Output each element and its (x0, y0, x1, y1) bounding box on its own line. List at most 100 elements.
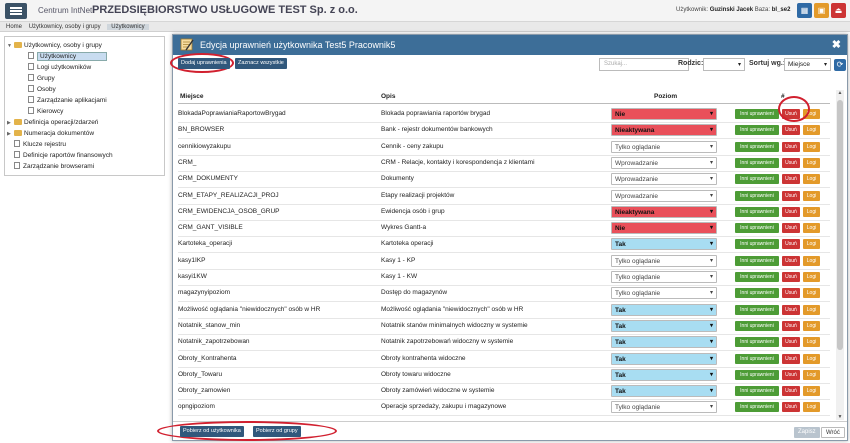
table-scrollbar[interactable]: ▲ ▼ (836, 90, 844, 420)
scroll-thumb[interactable] (837, 100, 843, 350)
other-permitted-button[interactable]: Inni uprawnieni (735, 353, 779, 364)
level-select[interactable]: Tak ▾ (611, 385, 717, 398)
breadcrumb-section[interactable]: Użytkownicy, osoby i grupy (29, 24, 101, 30)
other-permitted-button[interactable]: Inni uprawnieni (735, 337, 779, 348)
other-permitted-button[interactable]: Inni uprawnieni (735, 386, 779, 397)
delete-button[interactable]: Usuń (782, 337, 800, 348)
logs-button[interactable]: Logi (803, 402, 820, 413)
level-select[interactable]: Tak ▾ (611, 238, 717, 251)
close-icon[interactable]: ✖ (832, 38, 841, 51)
breadcrumb-home[interactable]: Home (6, 24, 22, 30)
other-permitted-button[interactable]: Inni uprawnieni (735, 239, 779, 250)
level-select[interactable]: Wprowadzanie ▾ (611, 189, 717, 202)
delete-button[interactable]: Usuń (782, 320, 800, 331)
tree-item[interactable]: ▼ Użytkownicy, osoby i grupy (7, 40, 162, 51)
logs-button[interactable]: Logi (803, 353, 820, 364)
level-select[interactable]: Tylko oglądanie ▾ (611, 254, 717, 267)
other-permitted-button[interactable]: Inni uprawnieni (735, 190, 779, 201)
other-permitted-button[interactable]: Inni uprawnieni (735, 369, 779, 380)
refresh-icon[interactable]: ⟳ (834, 59, 846, 71)
logs-button[interactable]: Logi (803, 272, 820, 282)
other-permitted-button[interactable]: Inni uprawnieni (735, 125, 779, 136)
sort-select[interactable]: Miejsce ▾ (784, 58, 831, 71)
hamburger-menu-icon[interactable] (5, 3, 27, 19)
tree-item[interactable]: ▶ Numeracja dokumentów (7, 128, 162, 139)
level-select[interactable]: Wprowadzanie ▾ (611, 156, 717, 169)
tree-item[interactable]: Grupy (7, 73, 162, 84)
logs-button[interactable]: Logi (803, 320, 820, 331)
delete-button[interactable]: Usuń (782, 239, 800, 250)
select-all-button[interactable]: Zaznacz wszystkie (235, 58, 287, 69)
delete-button[interactable]: Usuń (782, 288, 800, 299)
other-permitted-button[interactable]: Inni uprawnieni (735, 255, 779, 266)
logs-button[interactable]: Logi (803, 386, 820, 397)
other-permitted-button[interactable]: Inni uprawnieni (735, 288, 779, 299)
level-select[interactable]: Nie ▾ (611, 108, 717, 120)
logs-button[interactable]: Logi (803, 304, 820, 315)
level-select[interactable]: Tylko oglądanie ▾ (611, 401, 717, 414)
delete-button[interactable]: Usuń (782, 190, 800, 201)
tree-item[interactable]: Logi użytkowników (7, 62, 162, 73)
scroll-up-icon[interactable]: ▲ (836, 90, 844, 96)
level-select[interactable]: Nie ▾ (611, 222, 717, 235)
delete-button[interactable]: Usuń (782, 255, 800, 266)
delete-button[interactable]: Usuń (782, 353, 800, 364)
logs-button[interactable]: Logi (803, 255, 820, 266)
tree-item[interactable]: Osoby (7, 84, 162, 95)
other-permitted-button[interactable]: Inni uprawnieni (735, 402, 779, 413)
level-select[interactable]: Nieaktywana ▾ (611, 124, 717, 137)
delete-button[interactable]: Usuń (782, 206, 800, 217)
other-permitted-button[interactable]: Inni uprawnieni (735, 223, 779, 234)
logs-button[interactable]: Logi (803, 337, 820, 348)
delete-button[interactable]: Usuń (782, 174, 800, 185)
grid-icon[interactable]: ▦ (797, 3, 812, 18)
level-select[interactable]: Tylko oglądanie ▾ (611, 140, 717, 153)
logs-button[interactable]: Logi (803, 141, 820, 152)
scroll-down-icon[interactable]: ▼ (836, 414, 844, 420)
logs-button[interactable]: Logi (803, 174, 820, 185)
delete-button[interactable]: Usuń (782, 272, 800, 282)
delete-button[interactable]: Usuń (782, 304, 800, 315)
delete-button[interactable]: Usuń (782, 386, 800, 397)
other-permitted-button[interactable]: Inni uprawnieni (735, 272, 779, 282)
tree-item[interactable]: Zarządzanie browserami (7, 161, 162, 172)
level-select[interactable]: Tylko oglądanie ▾ (611, 271, 717, 283)
delete-button[interactable]: Usuń (782, 402, 800, 413)
tree-item[interactable]: Użytkownicy (7, 51, 162, 62)
tree-item[interactable]: ▶ Definicja operacji/zdarzeń (7, 117, 162, 128)
fetch-from-group-button[interactable]: Pobierz od grupy (253, 426, 301, 437)
fetch-from-user-button[interactable]: Pobierz od użytkownika (180, 426, 244, 437)
logs-button[interactable]: Logi (803, 206, 820, 217)
level-select[interactable]: Wprowadzanie ▾ (611, 173, 717, 186)
type-select[interactable]: ▾ (703, 58, 745, 71)
other-permitted-button[interactable]: Inni uprawnieni (735, 141, 779, 152)
level-select[interactable]: Tak ▾ (611, 352, 717, 365)
logs-button[interactable]: Logi (803, 223, 820, 234)
other-permitted-button[interactable]: Inni uprawnieni (735, 109, 779, 119)
search-input[interactable]: Szukaj... (599, 58, 689, 71)
delete-button[interactable]: Usuń (782, 223, 800, 234)
logs-button[interactable]: Logi (803, 369, 820, 380)
other-permitted-button[interactable]: Inni uprawnieni (735, 174, 779, 185)
back-button[interactable]: Wróć (821, 427, 845, 438)
level-select[interactable]: Tak ▾ (611, 336, 717, 349)
delete-button[interactable]: Usuń (782, 125, 800, 136)
tree-item[interactable]: Definicje raportów finansowych (7, 150, 162, 161)
logout-icon[interactable]: ⏏ (831, 3, 846, 18)
logs-button[interactable]: Logi (803, 288, 820, 299)
logs-button[interactable]: Logi (803, 125, 820, 136)
other-permitted-button[interactable]: Inni uprawnieni (735, 157, 779, 168)
level-select[interactable]: Tak ▾ (611, 319, 717, 332)
delete-button[interactable]: Usuń (782, 141, 800, 152)
tree-item[interactable]: Klucze rejestru (7, 139, 162, 150)
other-permitted-button[interactable]: Inni uprawnieni (735, 320, 779, 331)
delete-button[interactable]: Usuń (782, 157, 800, 168)
level-select[interactable]: Nieaktywana ▾ (611, 205, 717, 218)
level-select[interactable]: Tak ▾ (611, 368, 717, 381)
logs-button[interactable]: Logi (803, 239, 820, 250)
tree-item[interactable]: Kierowcy (7, 106, 162, 117)
save-button[interactable]: Zapisz (794, 427, 820, 438)
tree-item[interactable]: Zarządzanie aplikacjami (7, 95, 162, 106)
add-permissions-button[interactable]: Dodaj uprawnienia (178, 58, 230, 69)
delete-button[interactable]: Usuń (782, 369, 800, 380)
